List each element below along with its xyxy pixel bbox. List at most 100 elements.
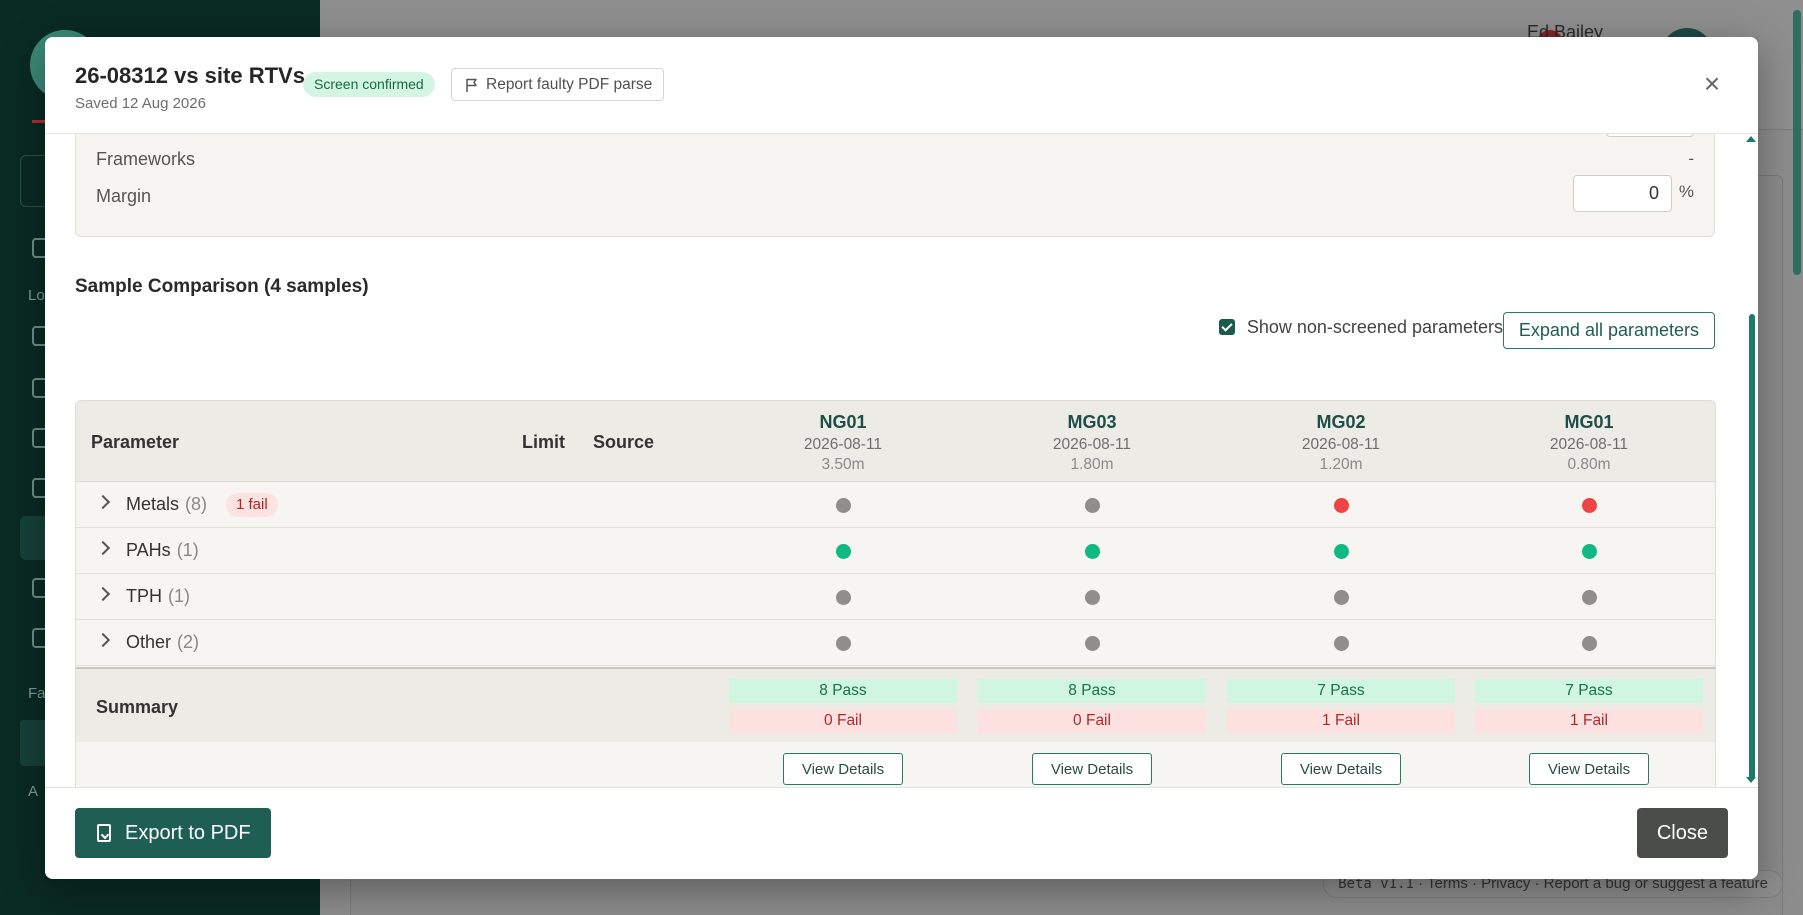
status-dot: [836, 544, 851, 559]
show-nonscreened-checkbox[interactable]: [1218, 319, 1235, 335]
comparison-table: Parameter Limit Source NG01 2026-08-11 3…: [75, 400, 1716, 787]
summary-row: Summary 8 Pass 0 Fail 8 Pass 0 Fail 7 Pa…: [76, 667, 1715, 742]
sample-depth: 1.80m: [1070, 456, 1114, 473]
status-dot: [1582, 590, 1597, 605]
sample-column-header: NG01 2026-08-11 3.50m: [723, 412, 963, 474]
summary-label: Summary: [96, 697, 179, 717]
modal-header: 26-08312 vs site RTVs Saved 12 Aug 2026 …: [45, 37, 1758, 134]
export-button-label: Export to PDF: [125, 821, 251, 844]
sample-column-header: MG02 2026-08-11 1.20m: [1221, 412, 1461, 474]
flag-icon: [466, 78, 477, 92]
fail-count: 1 Fail: [1227, 709, 1455, 733]
group-count: (8): [185, 494, 208, 514]
modal-footer: Export to PDF Close: [45, 787, 1758, 879]
group-name: Metals (8): [126, 494, 208, 514]
table-row-pahs[interactable]: PAHs (1): [76, 528, 1715, 574]
pass-count: 7 Pass: [1227, 679, 1455, 703]
export-pdf-button[interactable]: Export to PDF: [75, 808, 271, 858]
chevron-right-icon[interactable]: [95, 586, 111, 602]
table-header: Parameter Limit Source NG01 2026-08-11 3…: [76, 401, 1715, 482]
margin-input[interactable]: [1573, 175, 1672, 212]
modal-title: 26-08312 vs site RTVs: [75, 63, 305, 88]
modal-scrollbar[interactable]: [1749, 314, 1755, 780]
chevron-right-icon[interactable]: [95, 632, 111, 648]
group-name: TPH (1): [126, 586, 190, 606]
table-row-other[interactable]: Other (2): [76, 620, 1715, 666]
show-nonscreened-label: Show non-screened parameters: [1246, 317, 1503, 337]
sample-depth: 0.80m: [1567, 456, 1611, 473]
status-dot: [1334, 590, 1349, 605]
view-details-button[interactable]: View Details: [783, 753, 903, 785]
frameworks-label: Frameworks: [96, 149, 196, 169]
scroll-up-arrow[interactable]: [1746, 136, 1756, 142]
view-details-button[interactable]: View Details: [1529, 753, 1649, 785]
expand-all-button[interactable]: Expand all parameters: [1502, 312, 1715, 349]
table-row-tph[interactable]: TPH (1): [76, 574, 1715, 620]
fail-count: 1 Fail: [1475, 709, 1703, 733]
section-title: Sample Comparison (4 samples): [75, 276, 369, 297]
sample-depth: 1.20m: [1319, 456, 1363, 473]
settings-input-partial[interactable]: [1606, 134, 1694, 137]
margin-unit: %: [1678, 182, 1694, 201]
sample-name: MG02: [1316, 412, 1366, 432]
report-button-label: Report faulty PDF parse: [486, 76, 653, 93]
scroll-down-arrow[interactable]: [1746, 777, 1756, 783]
sidebar-section-label: Lo: [28, 287, 45, 304]
view-details-button[interactable]: View Details: [1281, 753, 1401, 785]
sidebar-section-label: Fa: [28, 685, 46, 702]
status-dot: [836, 636, 851, 651]
modal-subtitle: Saved 12 Aug 2026: [75, 95, 206, 112]
view-details-button[interactable]: View Details: [1032, 753, 1152, 785]
status-dot: [1085, 590, 1100, 605]
group-count: (1): [168, 586, 190, 606]
settings-card: Frameworks - Margin %: [75, 134, 1715, 237]
sample-name: MG03: [1067, 412, 1117, 432]
status-dot: [1582, 498, 1597, 513]
sample-date: 2026-08-11: [1549, 436, 1629, 453]
header-source: Source: [593, 432, 655, 452]
fail-badge: 1 fail: [226, 493, 278, 517]
status-dot: [1582, 636, 1597, 651]
status-dot: [1334, 544, 1349, 559]
sample-column-header: MG03 2026-08-11 1.80m: [972, 412, 1212, 474]
sample-name: NG01: [819, 412, 867, 432]
sample-date: 2026-08-11: [803, 436, 883, 453]
group-name: Other (2): [126, 632, 200, 652]
pass-count: 8 Pass: [729, 679, 957, 703]
pass-count: 7 Pass: [1475, 679, 1703, 703]
status-dot: [1085, 498, 1100, 513]
sample-depth: 3.50m: [821, 456, 865, 473]
sample-name: MG01: [1564, 412, 1614, 432]
group-count: (2): [177, 632, 200, 652]
comparison-modal: 26-08312 vs site RTVs Saved 12 Aug 2026 …: [45, 37, 1758, 879]
status-dot: [1334, 636, 1349, 651]
close-icon[interactable]: ×: [1696, 68, 1728, 100]
fail-count: 0 Fail: [978, 709, 1206, 733]
status-dot: [1334, 498, 1349, 513]
chevron-right-icon[interactable]: [95, 494, 111, 510]
margin-label: Margin: [96, 186, 152, 206]
table-row-metals[interactable]: Metals (8) 1 fail: [76, 482, 1715, 528]
header-parameter: Parameter: [91, 432, 180, 452]
status-badge: Screen confirmed: [303, 72, 435, 97]
fail-count: 0 Fail: [729, 709, 957, 733]
group-name: PAHs (1): [126, 540, 199, 560]
group-count: (1): [176, 540, 199, 560]
status-dot: [1085, 636, 1100, 651]
close-button[interactable]: Close: [1636, 808, 1728, 858]
report-pdf-parse-button[interactable]: Report faulty PDF parse: [451, 68, 665, 101]
download-document-icon: [97, 824, 111, 842]
chevron-right-icon[interactable]: [95, 540, 111, 556]
modal-body: Frameworks - Margin % Sample Comparison …: [45, 134, 1758, 787]
sidebar-section-label: A: [28, 783, 39, 800]
sample-date: 2026-08-11: [1301, 436, 1381, 453]
status-dot: [836, 498, 851, 513]
details-row: View Details View Details View Details V…: [76, 742, 1715, 787]
show-nonscreened-toggle[interactable]: Show non-screened parameters: [1218, 314, 1503, 340]
page-scrollbar: [1793, 10, 1801, 275]
status-dot: [1582, 544, 1597, 559]
status-dot: [836, 590, 851, 605]
frameworks-value: -: [1688, 149, 1694, 168]
status-dot: [1085, 544, 1100, 559]
pass-count: 8 Pass: [978, 679, 1206, 703]
